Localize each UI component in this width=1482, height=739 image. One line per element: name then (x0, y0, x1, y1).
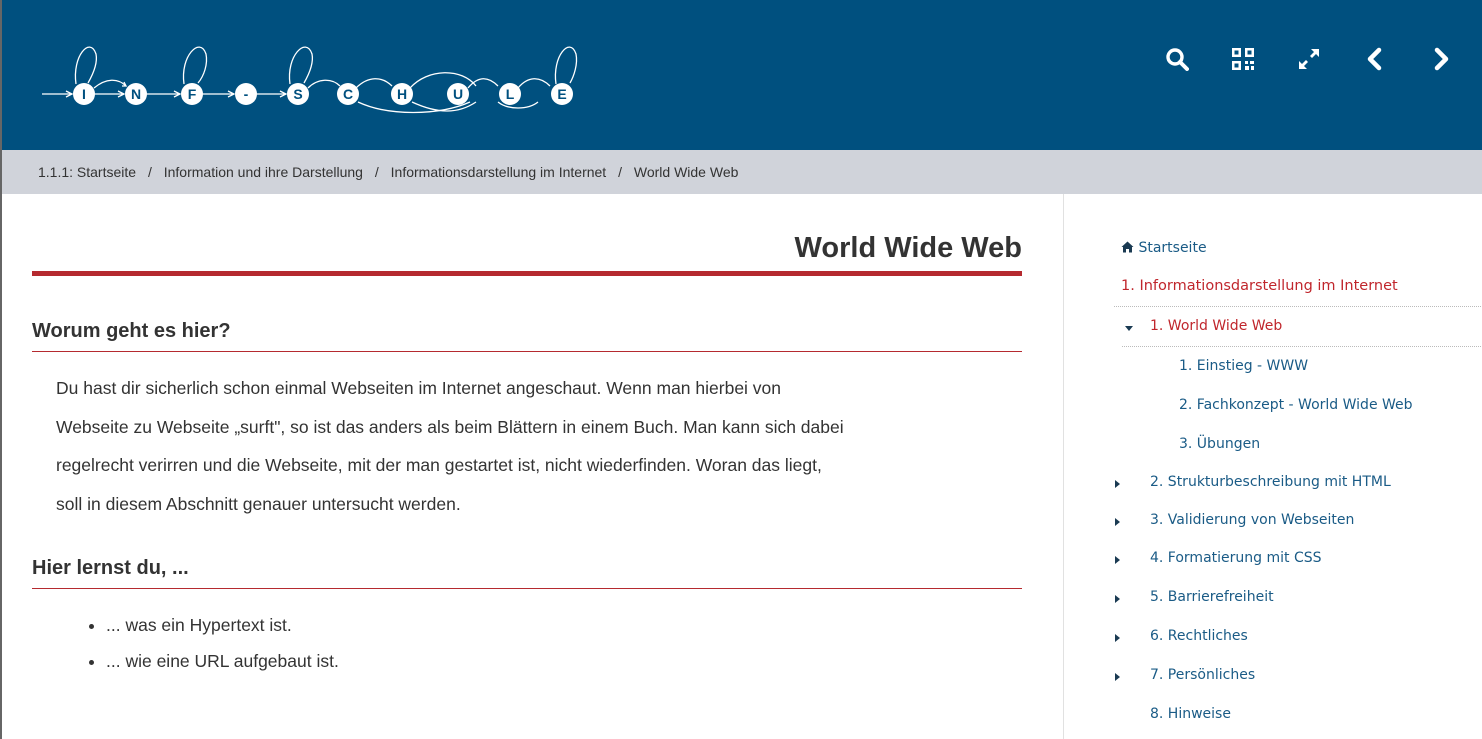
intro-line: Webseite zu Webseite „surft", so ist das… (56, 416, 844, 437)
intro-line: soll in diesem Abschnitt genauer untersu… (56, 493, 461, 514)
caret-right-icon[interactable] (1115, 595, 1120, 603)
section-heading-overview: Worum geht es hier? (32, 320, 1022, 352)
breadcrumb-separator: / (147, 164, 152, 180)
caret-right-icon[interactable] (1115, 634, 1120, 642)
list-item: ... was ein Hypertext ist. (106, 607, 1022, 643)
breadcrumb-item-internet[interactable]: Informationsdarstellung im Internet (391, 164, 607, 180)
sidebar-item-world-wide-web[interactable]: 1. World Wide Web (1150, 318, 1282, 334)
main-content: World Wide Web Worum geht es hier? Du ha… (32, 194, 1022, 679)
toolbar (1162, 44, 1456, 74)
breadcrumb-item-startseite[interactable]: Startseite (77, 164, 136, 180)
site-header: INF-SCHULE (2, 0, 1482, 150)
logo-letter: H (397, 86, 407, 102)
sidebar-item-html[interactable]: 2. Strukturbeschreibung mit HTML (1150, 474, 1391, 490)
logo-letter: E (557, 86, 566, 102)
logo-letter: L (506, 86, 515, 102)
sidebar-item-validierung[interactable]: 3. Validierung von Webseiten (1150, 512, 1354, 528)
breadcrumb-separator: / (374, 164, 379, 180)
sidebar-item-persoenliches[interactable]: 7. Persönliches (1150, 667, 1255, 683)
expand-icon[interactable] (1294, 44, 1324, 74)
divider (1122, 346, 1482, 347)
sidebar-subitem-fachkonzept[interactable]: 2. Fachkonzept - World Wide Web (1179, 397, 1413, 413)
breadcrumb: 1.1.1: Startseite / Information und ihre… (2, 150, 1482, 194)
sidebar-item-hinweise[interactable]: 8. Hinweise (1150, 706, 1231, 722)
sidebar-subitem-einstieg[interactable]: 1. Einstieg - WWW (1179, 358, 1308, 374)
sidebar-subitem-uebungen[interactable]: 3. Übungen (1179, 436, 1260, 452)
caret-right-icon[interactable] (1115, 673, 1120, 681)
logo-letter: F (188, 86, 197, 102)
section-heading-learning: Hier lernst du, ... (32, 557, 1022, 589)
divider (1114, 306, 1482, 307)
sidebar-item-barrierefreiheit[interactable]: 5. Barrierefreiheit (1150, 589, 1274, 605)
list-item: ... wie eine URL aufgebaut ist. (106, 643, 1022, 679)
sidebar-item-label: Startseite (1138, 240, 1207, 256)
sidebar-item-css[interactable]: 4. Formatierung mit CSS (1150, 550, 1322, 566)
chevron-left-icon[interactable] (1360, 44, 1390, 74)
breadcrumb-separator: / (618, 164, 622, 180)
sidebar-item-rechtliches[interactable]: 6. Rechtliches (1150, 628, 1248, 644)
home-icon (1121, 241, 1134, 253)
logo-letter: C (343, 86, 353, 102)
breadcrumb-item-information[interactable]: Information und ihre Darstellung (164, 164, 363, 180)
logo-letter: U (453, 86, 463, 102)
logo-letter: N (131, 86, 141, 102)
search-icon[interactable] (1162, 44, 1192, 74)
logo-letter: I (82, 86, 86, 102)
breadcrumb-item-current: World Wide Web (633, 164, 739, 180)
qr-code-icon[interactable] (1228, 44, 1258, 74)
sidebar-navigation: Startseite 1. Informationsdarstellung im… (1063, 194, 1482, 739)
page-title: World Wide Web (32, 232, 1022, 276)
caret-down-icon[interactable] (1125, 326, 1133, 331)
logo-letter: S (293, 86, 302, 102)
learning-goals-list: ... was ein Hypertext ist. ... wie eine … (32, 607, 1022, 679)
sidebar-item-startseite[interactable]: Startseite (1121, 240, 1207, 256)
breadcrumb-prefix: 1.1.1: (38, 164, 74, 180)
intro-line: Du hast dir sicherlich schon einmal Webs… (56, 378, 782, 398)
caret-right-icon[interactable] (1115, 480, 1120, 488)
intro-paragraph: Du hast dir sicherlich schon einmal Webs… (56, 369, 996, 523)
sidebar-chapter-current[interactable]: 1. Informationsdarstellung im Internet (1121, 278, 1398, 294)
chevron-right-icon[interactable] (1426, 44, 1456, 74)
caret-right-icon[interactable] (1115, 518, 1120, 526)
intro-line: regelrecht verirren und die Webseite, mi… (56, 455, 822, 475)
logo-graphic: INF-SCHULE (42, 46, 578, 114)
inf-schule-logo[interactable]: INF-SCHULE (38, 38, 598, 122)
caret-right-icon[interactable] (1115, 556, 1120, 564)
logo-letter: - (244, 86, 249, 102)
